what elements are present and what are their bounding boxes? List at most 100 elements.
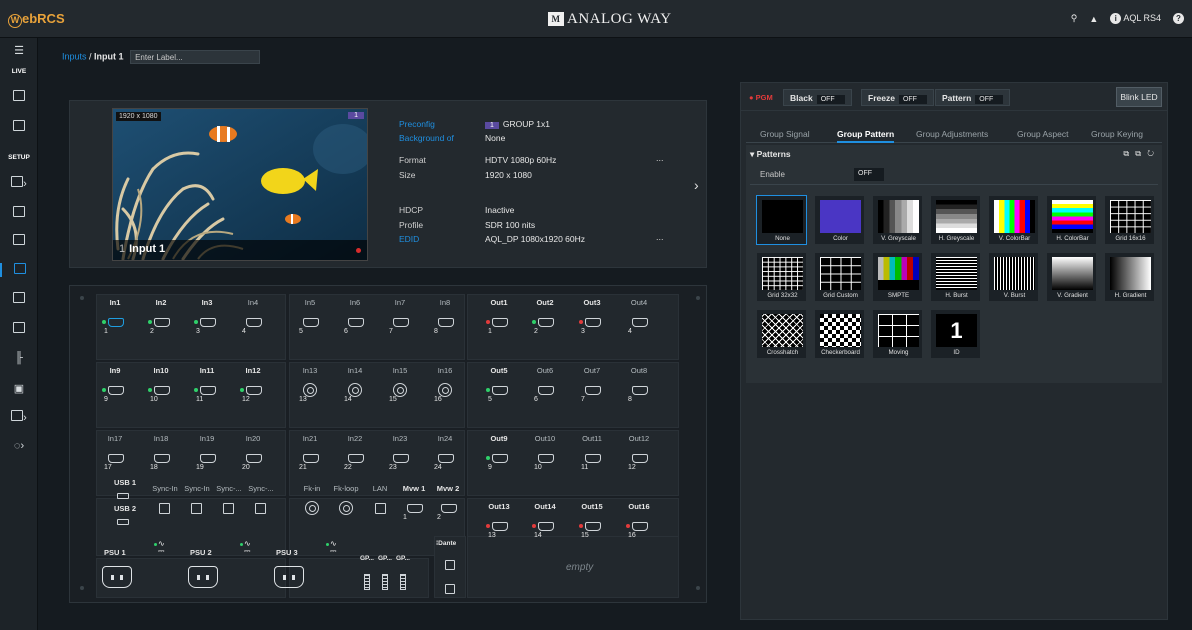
- control-freeze[interactable]: Freeze OFF: [861, 89, 934, 106]
- input-port-in17[interactable]: In17 17: [95, 434, 135, 482]
- detail-key[interactable]: EDID: [399, 234, 419, 244]
- tab-group-adjustments[interactable]: Group Adjustments: [916, 129, 988, 139]
- input-port-in8[interactable]: In8 8: [425, 298, 465, 346]
- sidebar-item-media[interactable]: [0, 322, 38, 336]
- input-port-in6[interactable]: In6 6: [335, 298, 375, 346]
- pattern-v-gradient[interactable]: V. Gradient: [1046, 252, 1097, 302]
- output-port-out12[interactable]: Out12 12: [619, 434, 659, 482]
- input-port-in15[interactable]: In15 15: [380, 366, 420, 414]
- copy-paste-reset-icons[interactable]: ⧉ ⧉ ↻: [1123, 149, 1156, 159]
- input-preview[interactable]: 1920 x 1080 1 1 Input 1: [112, 108, 368, 261]
- input-port-in19[interactable]: In19 19: [187, 434, 227, 482]
- input-port-in18[interactable]: In18 18: [141, 434, 181, 482]
- pattern-v-greyscale[interactable]: V. Greyscale: [872, 195, 923, 245]
- pattern-grid-32x32[interactable]: Grid 32x32: [756, 252, 807, 302]
- more-options-button[interactable]: ...: [656, 153, 664, 163]
- output-port-out16[interactable]: Out16 16: [619, 502, 659, 550]
- input-port-in13[interactable]: In13 13: [290, 366, 330, 414]
- bell-icon[interactable]: ▲: [1089, 14, 1098, 24]
- dante-port-icon[interactable]: [445, 560, 455, 570]
- sidebar-item-layout[interactable]: ›: [0, 176, 38, 190]
- pattern-color[interactable]: Color: [814, 195, 865, 245]
- search-icon[interactable]: ⚲: [1071, 13, 1078, 24]
- gpio-connector-icon[interactable]: [400, 574, 406, 590]
- input-port-in16[interactable]: In16 16: [425, 366, 465, 414]
- sidebar-item-inputs[interactable]: [0, 263, 38, 277]
- pattern-v-burst[interactable]: V. Burst: [988, 252, 1039, 302]
- pattern-crosshatch[interactable]: Crosshatch: [756, 309, 807, 359]
- output-port-out14[interactable]: Out14 14: [525, 502, 565, 550]
- control-value[interactable]: OFF: [898, 95, 927, 104]
- output-port-out10[interactable]: Out10 10: [525, 434, 565, 482]
- chevron-right-icon[interactable]: ›: [694, 177, 699, 193]
- output-port-out13[interactable]: Out13 13: [479, 502, 519, 550]
- output-port-out6[interactable]: Out6 6: [525, 366, 565, 414]
- breadcrumb-inputs-link[interactable]: Inputs: [62, 51, 87, 61]
- patterns-section-title[interactable]: ▾ Patterns: [750, 149, 791, 160]
- tab-group-signal[interactable]: Group Signal: [760, 129, 810, 139]
- usb-connector-icon[interactable]: [117, 519, 129, 525]
- gpio-connector-icon[interactable]: [364, 574, 370, 590]
- sync-port-3[interactable]: Sync-...: [212, 484, 246, 532]
- output-port-out9[interactable]: Out9 9: [479, 434, 519, 482]
- device-info[interactable]: i AQL RS4: [1110, 13, 1161, 24]
- sidebar-item-hardware[interactable]: ▣: [0, 382, 38, 395]
- sidebar-item-network[interactable]: ◌›: [0, 440, 38, 452]
- sidebar-item-images[interactable]: [0, 292, 38, 306]
- pattern-none[interactable]: None: [756, 195, 807, 245]
- output-port-out1[interactable]: Out1 1: [479, 298, 519, 346]
- sidebar-item-screens[interactable]: [0, 90, 38, 104]
- sidebar-item-multiviewer[interactable]: [0, 120, 38, 134]
- pattern-grid-custom[interactable]: Grid Custom: [814, 252, 865, 302]
- pattern-v-colorbar[interactable]: V. ColorBar: [988, 195, 1039, 245]
- usb-connector-icon[interactable]: [117, 493, 129, 499]
- output-port-out2[interactable]: Out2 2: [525, 298, 565, 346]
- sidebar-item-outputs[interactable]: [0, 206, 38, 220]
- output-port-out8[interactable]: Out8 8: [619, 366, 659, 414]
- menu-icon[interactable]: ☰: [0, 44, 38, 57]
- input-port-in24[interactable]: In24 24: [425, 434, 465, 482]
- pattern-moving[interactable]: Moving: [872, 309, 923, 359]
- input-port-in5[interactable]: In5 5: [290, 298, 330, 346]
- input-port-in14[interactable]: In14 14: [335, 366, 375, 414]
- tab-group-pattern[interactable]: Group Pattern: [837, 129, 895, 143]
- output-port-out11[interactable]: Out11 11: [572, 434, 612, 482]
- input-label-field[interactable]: Enter Label...: [130, 50, 261, 64]
- input-port-in12[interactable]: In12 12: [233, 366, 273, 414]
- misc-port-mvw-2[interactable]: Mvw 2 2: [428, 484, 468, 532]
- output-port-out3[interactable]: Out3 3: [572, 298, 612, 346]
- control-value[interactable]: OFF: [975, 95, 1004, 104]
- pattern-checkerboard[interactable]: Checkerboard: [814, 309, 865, 359]
- pattern-h-colorbar[interactable]: H. ColorBar: [1046, 195, 1097, 245]
- input-port-in21[interactable]: In21 21: [290, 434, 330, 482]
- help-icon[interactable]: ?: [1173, 13, 1184, 24]
- pattern-h-burst[interactable]: H. Burst: [930, 252, 981, 302]
- sync-port-1[interactable]: Sync-In: [148, 484, 182, 532]
- gpio-connector-icon[interactable]: [382, 574, 388, 590]
- pattern-h-greyscale[interactable]: H. Greyscale: [930, 195, 981, 245]
- detail-key[interactable]: Background of: [399, 133, 454, 143]
- sidebar-item-audio[interactable]: ›: [0, 410, 38, 424]
- more-options-button[interactable]: ...: [656, 232, 664, 242]
- detail-key[interactable]: Preconfig: [399, 119, 435, 129]
- input-port-in20[interactable]: In20 20: [233, 434, 273, 482]
- tab-group-aspect[interactable]: Group Aspect: [1017, 129, 1069, 139]
- webrcs-logo[interactable]: WebRCS: [8, 11, 65, 28]
- sidebar-item-routing[interactable]: ╟: [0, 352, 38, 364]
- enable-toggle[interactable]: OFF: [854, 168, 884, 181]
- control-pattern[interactable]: Pattern OFF: [935, 89, 1011, 106]
- input-port-in1[interactable]: In1 1: [95, 298, 135, 346]
- input-port-in9[interactable]: In9 9: [95, 366, 135, 414]
- output-port-out5[interactable]: Out5 5: [479, 366, 519, 414]
- input-port-in3[interactable]: In3 3: [187, 298, 227, 346]
- pattern-id[interactable]: 1 ID: [930, 309, 981, 359]
- blink-led-button[interactable]: Blink LED: [1116, 87, 1162, 107]
- control-value[interactable]: OFF: [816, 95, 845, 104]
- sync-port-2[interactable]: Sync-In: [180, 484, 214, 532]
- input-port-in22[interactable]: In22 22: [335, 434, 375, 482]
- pattern-h-gradient[interactable]: H. Gradient: [1104, 252, 1155, 302]
- control-black[interactable]: Black OFF: [783, 89, 852, 106]
- dante-port-icon[interactable]: [445, 584, 455, 594]
- input-port-in11[interactable]: In11 11: [187, 366, 227, 414]
- output-port-out7[interactable]: Out7 7: [572, 366, 612, 414]
